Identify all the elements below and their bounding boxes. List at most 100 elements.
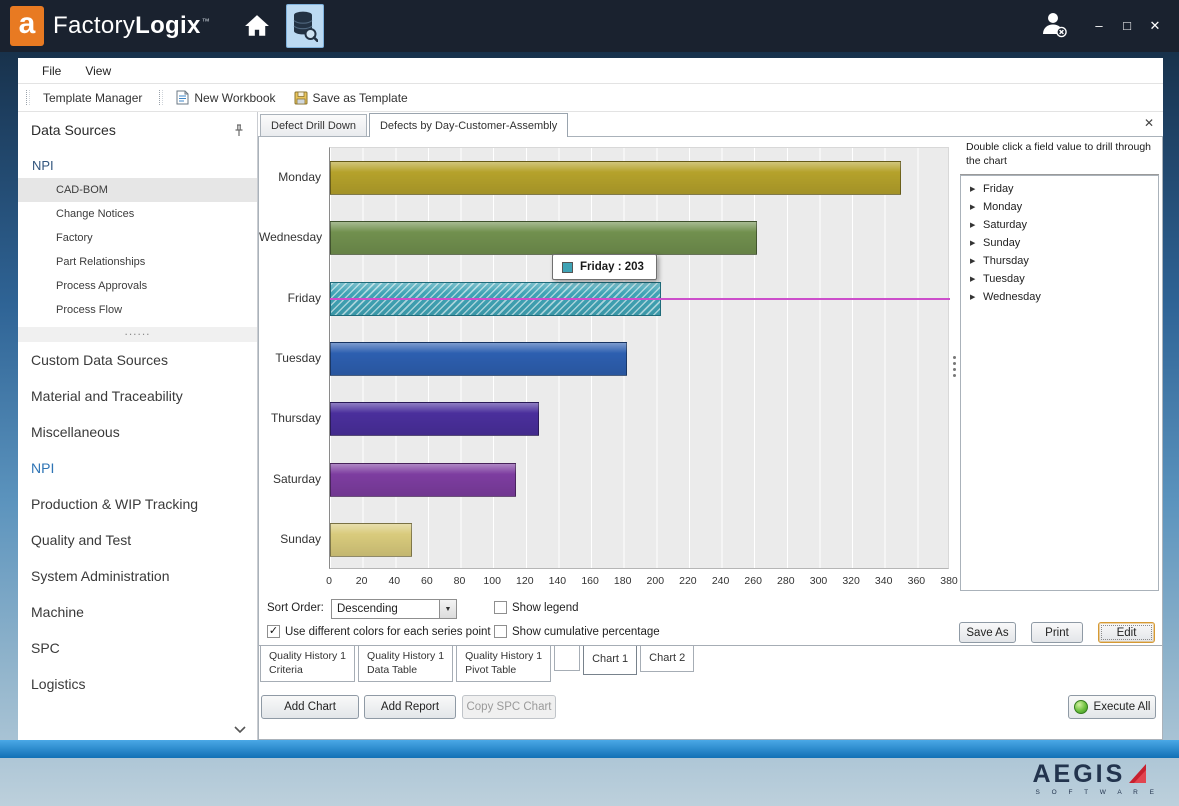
drill-item-saturday[interactable]: ▶Saturday <box>961 216 1158 234</box>
drill-item-sunday[interactable]: ▶Sunday <box>961 234 1158 252</box>
main-toolbar: Template Manager New Workbook Save as Te… <box>18 84 1163 112</box>
drill-list: ▶Friday▶Monday▶Saturday▶Sunday▶Thursday▶… <box>960 175 1159 591</box>
drill-item-tuesday[interactable]: ▶Tuesday <box>961 270 1158 288</box>
sidebar-category-material-and-traceability[interactable]: Material and Traceability <box>18 378 257 414</box>
sidebar-category-machine[interactable]: Machine <box>18 594 257 630</box>
sidebar-category-custom-data-sources[interactable]: Custom Data Sources <box>18 342 257 378</box>
sidebar-category-miscellaneous[interactable]: Miscellaneous <box>18 414 257 450</box>
sidebar-category-quality-and-test[interactable]: Quality and Test <box>18 522 257 558</box>
sidebar-item-change-notices[interactable]: Change Notices <box>18 202 257 226</box>
titlebar-right: – □ ✕ <box>1039 10 1179 43</box>
data-explorer-button[interactable] <box>286 4 324 48</box>
x-tick-200: 200 <box>647 575 665 587</box>
doc-tab-defect-drill-down[interactable]: Defect Drill Down <box>260 114 367 136</box>
chart-bar-monday[interactable] <box>330 161 901 195</box>
maximize-button[interactable]: □ <box>1119 18 1135 34</box>
drill-item-friday[interactable]: ▶Friday <box>961 180 1158 198</box>
show-legend-checkbox[interactable]: Show legend <box>494 601 579 614</box>
add-chart-button[interactable]: Add Chart <box>261 695 359 719</box>
menubar: FileView <box>18 58 1163 84</box>
sidebar-item-factory[interactable]: Factory <box>18 226 257 250</box>
panel-splitter[interactable] <box>949 137 960 595</box>
menu-file[interactable]: File <box>30 64 73 78</box>
x-tick-120: 120 <box>516 575 534 587</box>
doc-tab-defects-by-day-customer-assembly[interactable]: Defects by Day-Customer-Assembly <box>369 113 568 137</box>
save-as-template-label: Save as Template <box>313 91 408 105</box>
chart-options-row1: Sort Order: Descending ▼ Show legend <box>259 595 1162 621</box>
highlight-line <box>330 298 950 300</box>
chart-bar-sunday[interactable] <box>330 523 412 557</box>
x-tick-80: 80 <box>454 575 466 587</box>
sort-order-value: Descending <box>332 600 439 618</box>
cumulative-label: Show cumulative percentage <box>512 626 660 638</box>
expand-arrow-icon[interactable]: ▶ <box>970 257 983 265</box>
save-as-button[interactable]: Save As <box>959 622 1016 643</box>
chevron-down-icon[interactable] <box>233 725 247 734</box>
bottom-tab-chart-1[interactable]: Chart 1 <box>583 646 637 675</box>
expand-arrow-icon[interactable]: ▶ <box>970 221 983 229</box>
save-as-template-button[interactable]: Save as Template <box>285 84 417 111</box>
bottom-tab-list: Quality History 1CriteriaQuality History… <box>259 645 1162 685</box>
add-report-button[interactable]: Add Report <box>364 695 456 719</box>
chart-category-label-thursday: Thursday <box>259 401 321 435</box>
sidebar-item-process-flow[interactable]: Process Flow <box>18 298 257 322</box>
template-manager-button[interactable]: Template Manager <box>34 84 151 111</box>
different-colors-checkbox[interactable]: ✓ Use different colors for each series p… <box>267 625 491 638</box>
bottom-tab-chart-2[interactable]: Chart 2 <box>640 646 694 672</box>
sort-order-dropdown[interactable]: Descending ▼ <box>331 599 457 619</box>
sidebar-category-system-administration[interactable]: System Administration <box>18 558 257 594</box>
execute-all-button[interactable]: Execute All <box>1068 695 1156 719</box>
expand-arrow-icon[interactable]: ▶ <box>970 275 983 283</box>
bottom-tab-quality-history-1-pivot-table[interactable]: Quality History 1Pivot Table <box>456 646 551 682</box>
menu-view[interactable]: View <box>73 64 123 78</box>
close-button[interactable]: ✕ <box>1147 18 1163 34</box>
chart-category-label-friday: Friday <box>259 281 321 315</box>
x-tick-100: 100 <box>483 575 501 587</box>
different-colors-box[interactable]: ✓ <box>267 625 280 638</box>
bottom-tab-spacer[interactable] <box>554 646 580 671</box>
cumulative-checkbox[interactable]: Show cumulative percentage <box>494 625 660 638</box>
toolbar-grip-icon[interactable] <box>159 90 163 105</box>
copy-spc-chart-button: Copy SPC Chart <box>462 695 556 719</box>
expand-arrow-icon[interactable]: ▶ <box>970 185 983 193</box>
drill-item-monday[interactable]: ▶Monday <box>961 198 1158 216</box>
dropdown-arrow-icon[interactable]: ▼ <box>439 600 456 618</box>
bottom-tab-quality-history-1-data-table[interactable]: Quality History 1Data Table <box>358 646 453 682</box>
show-legend-box[interactable] <box>494 601 507 614</box>
toolbar-grip-icon[interactable] <box>26 90 30 105</box>
edit-button[interactable]: Edit <box>1098 622 1155 643</box>
cumulative-box[interactable] <box>494 625 507 638</box>
sidebar-splitter[interactable]: ...... <box>18 327 257 342</box>
expand-arrow-icon[interactable]: ▶ <box>970 293 983 301</box>
drill-item-label: Thursday <box>983 255 1029 267</box>
data-sources-title: Data Sources <box>31 122 116 138</box>
sidebar-item-process-approvals[interactable]: Process Approvals <box>18 274 257 298</box>
chart-bar-wednesday[interactable] <box>330 221 757 255</box>
sidebar-category-npi[interactable]: NPI <box>18 450 257 486</box>
print-button[interactable]: Print <box>1031 622 1083 643</box>
drill-item-thursday[interactable]: ▶Thursday <box>961 252 1158 270</box>
sidebar-category-logistics[interactable]: Logistics <box>18 666 257 702</box>
splitter-handle-icon <box>953 356 956 377</box>
home-button[interactable] <box>240 9 274 43</box>
sidebar-item-cad-bom[interactable]: CAD-BOM <box>18 178 257 202</box>
expand-arrow-icon[interactable]: ▶ <box>970 203 983 211</box>
minimize-button[interactable]: – <box>1091 18 1107 34</box>
pin-icon[interactable] <box>233 124 245 137</box>
chart-bar-tuesday[interactable] <box>330 342 627 376</box>
sidebar-category-spc[interactable]: SPC <box>18 630 257 666</box>
close-tab-icon[interactable]: ✕ <box>1144 116 1154 130</box>
drill-item-wednesday[interactable]: ▶Wednesday <box>961 288 1158 306</box>
expand-arrow-icon[interactable]: ▶ <box>970 239 983 247</box>
logout-user-button[interactable] <box>1039 10 1069 43</box>
chart-bar-thursday[interactable] <box>330 402 539 436</box>
window-controls: – □ ✕ <box>1091 18 1163 34</box>
sidebar-category-production-wip-tracking[interactable]: Production & WIP Tracking <box>18 486 257 522</box>
x-tick-300: 300 <box>810 575 828 587</box>
sidebar-item-part-relationships[interactable]: Part Relationships <box>18 250 257 274</box>
sidebar-group-npi[interactable]: NPI <box>18 152 257 178</box>
chart-bar-saturday[interactable] <box>330 463 516 497</box>
bottom-tab-quality-history-1-criteria[interactable]: Quality History 1Criteria <box>260 646 355 682</box>
show-legend-label: Show legend <box>512 602 579 614</box>
new-workbook-button[interactable]: New Workbook <box>167 84 284 111</box>
